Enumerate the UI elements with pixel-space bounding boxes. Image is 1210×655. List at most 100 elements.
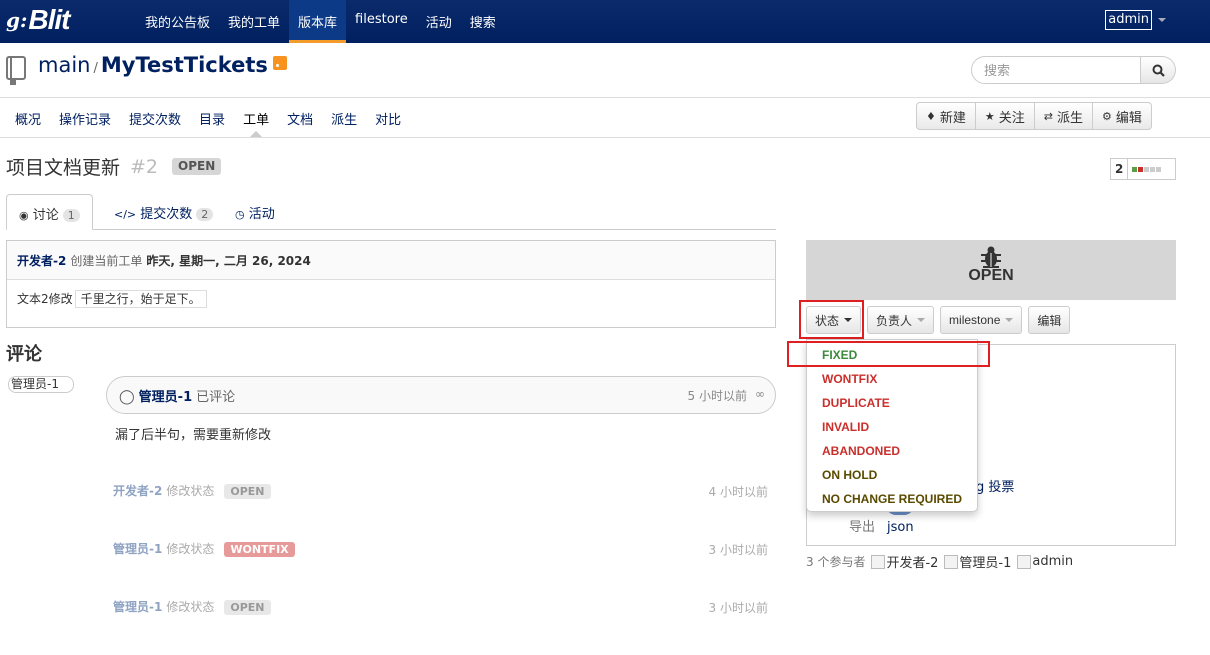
new-ticket-button[interactable]: ♦ 新建 [916, 102, 976, 130]
participant-avatar [871, 554, 886, 569]
status-option-wontfix[interactable]: WONTFIX [807, 367, 977, 391]
repo-breadcrumb: main / MyTestTickets [38, 53, 287, 77]
event-time: 3 小时以前 [708, 543, 768, 557]
export-label: 导出 [849, 520, 876, 535]
ticket-status-panel: OPEN [806, 240, 1176, 300]
subnav-compare[interactable]: 对比 [366, 99, 410, 137]
edit-ticket-button[interactable]: 编辑 [1028, 306, 1071, 334]
participant-name: 开发者-2 [886, 556, 939, 571]
subnav-tree[interactable]: 目录 [190, 99, 234, 137]
repo-subnav: 概况 操作记录 提交次数 目录 工单 文档 派生 对比 ♦ 新建 ★ 关注 ⇄ 派生 … [0, 99, 1210, 138]
tab-discussion-label: 讨论 [32, 208, 59, 223]
event-status-badge: OPEN [224, 600, 271, 615]
vote-indicator: 2 [1110, 158, 1176, 180]
responsible-button-label: 负责人 [876, 313, 913, 328]
status-option-on-hold[interactable]: ON HOLD [807, 463, 977, 487]
status-option-invalid[interactable]: INVALID [807, 415, 977, 439]
project-link[interactable]: main [38, 53, 90, 77]
ticket-title: 项目文档更新 #2 OPEN [6, 153, 222, 180]
status-option-no-change-required[interactable]: NO CHANGE REQUIRED [807, 487, 977, 511]
tab-discussion[interactable]: ◉ 讨论 1 [6, 194, 93, 230]
export-json-link[interactable]: json [887, 520, 914, 535]
comment-author-link[interactable]: 管理员-1 [139, 390, 192, 405]
nav-search[interactable]: 搜索 [461, 0, 505, 43]
repository-icon [6, 56, 26, 85]
description-date: 昨天, 星期一, 二月 26, 2024 [146, 254, 311, 268]
repo-name-link[interactable]: MyTestTickets [101, 53, 268, 77]
nav-activity[interactable]: 活动 [417, 0, 461, 43]
participant[interactable]: 管理员-1 [944, 552, 1011, 571]
user-avatar[interactable]: admin [1105, 10, 1152, 30]
gitblit-logo[interactable]: g: Blit [6, 4, 70, 36]
responsible-dropdown-button[interactable]: 负责人 [867, 306, 935, 334]
event-status-badge: WONTFIX [224, 542, 295, 557]
edit-repo-button[interactable]: ⚙ 编辑 [1092, 102, 1152, 130]
subnav-tickets[interactable]: 工单 [234, 99, 278, 137]
status-change-event: 开发者-2 修改状态 OPEN 4 小时以前 [113, 482, 768, 502]
edit-ticket-label: 编辑 [1037, 313, 1062, 328]
subnav-docs[interactable]: 文档 [278, 99, 322, 137]
fork-button[interactable]: ⇄ 派生 [1033, 102, 1094, 130]
code-icon: </> [114, 208, 137, 221]
repo-header: main / MyTestTickets [0, 43, 1210, 98]
repo-tabs: 概况 操作记录 提交次数 目录 工单 文档 派生 对比 [6, 99, 410, 137]
fixed-option-highlight [787, 341, 990, 367]
status-change-event: 管理员-1 修改状态 WONTFIX 3 小时以前 [113, 540, 768, 560]
search-input[interactable] [971, 56, 1141, 84]
subnav-summary[interactable]: 概况 [6, 99, 50, 137]
comments-heading: 评论 [6, 344, 42, 365]
status-option-duplicate[interactable]: DUPLICATE [807, 391, 977, 415]
nav-dashboard[interactable]: 我的公告板 [136, 0, 219, 43]
participants-label: 3 个参与者 [806, 555, 866, 569]
comment-icon: ◯ [119, 389, 135, 405]
watch-button[interactable]: ★ 关注 [974, 102, 1035, 130]
description-action: 创建当前工单 [70, 254, 143, 268]
nav-filestore[interactable]: filestore [346, 0, 417, 43]
commenter-avatar: 管理员-1 [8, 376, 74, 393]
subnav-commits[interactable]: 提交次数 [120, 99, 190, 137]
user-menu[interactable]: admin [1105, 10, 1166, 30]
rss-icon[interactable] [272, 56, 287, 70]
status-change-event: 管理员-1 修改状态 OPEN 3 小时以前 [113, 598, 768, 618]
participant[interactable]: 开发者-2 [871, 552, 938, 571]
event-author-link[interactable]: 管理员-1 [113, 600, 162, 614]
chevron-down-icon [1158, 18, 1166, 22]
permalink-icon[interactable]: ∞ [755, 387, 765, 401]
status-option-abandoned[interactable]: ABANDONED [807, 439, 977, 463]
logo-mark: g: [6, 8, 28, 32]
main-nav: 我的公告板 我的工单 版本库 filestore 活动 搜索 [136, 0, 505, 43]
discussion-count-badge: 1 [62, 209, 80, 222]
tab-activity-label: 活动 [248, 207, 275, 222]
description-text: 文本2修改 [17, 292, 73, 306]
fork-label: 派生 [1057, 110, 1084, 126]
tab-activity[interactable]: ◷ 活动 [223, 194, 287, 230]
breadcrumb-separator: / [93, 61, 98, 76]
tab-commits[interactable]: </> 提交次数 2 [102, 194, 225, 230]
subnav-forks[interactable]: 派生 [322, 99, 366, 137]
comment-action: 已评论 [196, 390, 236, 405]
nav-my-tickets[interactable]: 我的工单 [219, 0, 289, 43]
event-time: 4 小时以前 [708, 485, 768, 499]
nav-repositories[interactable]: 版本库 [289, 0, 347, 43]
event-author-link[interactable]: 管理员-1 [113, 542, 162, 556]
commits-count-badge: 2 [196, 208, 214, 221]
description-author-link[interactable]: 开发者-2 [17, 254, 66, 268]
ticket-status-badge: OPEN [172, 158, 222, 175]
participant[interactable]: admin [1017, 554, 1073, 569]
description-body: 文本2修改 千里之行，始于足下。 [7, 280, 775, 317]
milestone-dropdown-button[interactable]: milestone [940, 306, 1023, 334]
event-author-link[interactable]: 开发者-2 [113, 484, 162, 498]
bug-icon [981, 246, 1001, 268]
event-action: 修改状态 [166, 484, 215, 498]
ticket-number: #2 [130, 155, 159, 178]
event-time: 3 小时以前 [708, 601, 768, 615]
status-panel-text: OPEN [968, 267, 1014, 284]
vote-link[interactable]: 投票 [988, 480, 1014, 495]
caret-down-icon [917, 318, 926, 322]
edit-repo-label: 编辑 [1115, 110, 1142, 126]
search-button[interactable] [1141, 56, 1176, 84]
participant-name: 管理员-1 [959, 556, 1012, 571]
participant-avatar [1017, 554, 1032, 569]
comment-header: ◯ 管理员-1 已评论 5 小时以前 ∞ [106, 376, 776, 414]
subnav-reflog[interactable]: 操作记录 [50, 99, 120, 137]
